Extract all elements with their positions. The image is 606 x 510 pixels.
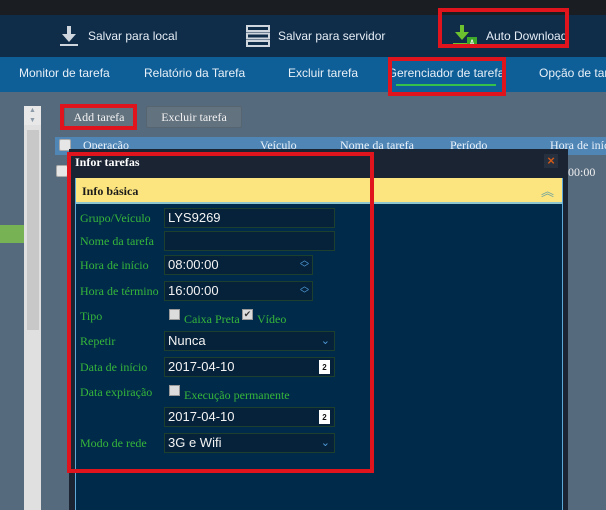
network-value: 3G e Wifi — [168, 435, 222, 450]
window-top-bar — [0, 0, 606, 15]
tab-options[interactable]: Opção de tare — [539, 57, 606, 92]
active-tab-underline — [396, 84, 496, 86]
video-label: Vídeo — [257, 312, 287, 326]
tab-label: Monitor de tarefa — [19, 66, 110, 80]
dialog-body: Info básica ︽ Grupo/Veículo LYS9269 Nome… — [75, 178, 563, 510]
start-time-value: 08:00:00 — [168, 257, 219, 272]
start-time-label: Hora de início — [80, 258, 149, 272]
expiry-label: Data expiração — [80, 385, 153, 399]
group-label: Grupo/Veículo — [80, 211, 151, 225]
download-icon — [60, 26, 78, 46]
tab-manager[interactable]: Gerenciador de tarefa — [386, 57, 506, 92]
time-spinner-icon[interactable]: ︿ ﹀ — [300, 282, 309, 299]
calendar-icon[interactable]: 2 — [319, 410, 330, 424]
end-time-input[interactable]: 16:00:00 ︿ ﹀ — [164, 281, 313, 301]
time-spinner-icon[interactable]: ︿ ﹀ — [300, 256, 309, 273]
end-time-value: 16:00:00 — [168, 283, 219, 298]
add-task-button[interactable]: Add tarefa — [64, 106, 134, 128]
start-date-label: Data de início — [80, 360, 148, 374]
task-name-label: Nome da tarefa — [80, 234, 154, 248]
tab-report[interactable]: Relatório da Tarefa — [144, 57, 245, 92]
end-time-label: Hora de término — [80, 284, 159, 298]
section-title: Info básica — [82, 184, 139, 198]
blackbox-checkbox[interactable] — [169, 309, 180, 320]
toolbar: Salvar para local Salvar para servidor A… — [0, 8, 606, 57]
tab-delete[interactable]: Excluir tarefa — [288, 57, 358, 92]
network-mode-select[interactable]: 3G e Wifi ⌄ — [164, 433, 335, 453]
repeat-select[interactable]: Nunca ⌄ — [164, 331, 335, 351]
auto-download-icon: A — [453, 25, 477, 48]
delete-task-button[interactable]: Excluir tarefa — [146, 106, 242, 128]
selected-tree-item[interactable] — [0, 225, 25, 243]
svg-text:A: A — [470, 39, 475, 48]
tab-label: Excluir tarefa — [288, 66, 359, 80]
collapse-icon[interactable]: ︽ — [541, 181, 554, 200]
expiry-date-input[interactable]: 2017-04-10 2 — [164, 407, 335, 427]
start-date-value: 2017-04-10 — [168, 359, 235, 374]
network-label: Modo de rede — [80, 436, 147, 450]
permanent-checkbox[interactable] — [169, 385, 180, 396]
tab-label: Gerenciador de tarefa — [387, 66, 505, 80]
scroll-up-button[interactable]: ▲ — [24, 106, 41, 116]
expiry-date-value: 2017-04-10 — [168, 409, 235, 424]
close-icon[interactable]: × — [544, 154, 558, 168]
task-info-dialog: Infor tarefas × Info básica ︽ Grupo/Veíc… — [69, 149, 568, 510]
tab-monitor[interactable]: Monitor de tarefa — [19, 57, 110, 92]
left-panel — [0, 92, 24, 510]
scrollbar-thumb[interactable] — [27, 130, 39, 330]
blackbox-label: Caixa Preta — [184, 312, 240, 326]
save-server-button[interactable]: Salvar para servidor — [246, 15, 385, 57]
repeat-value: Nunca — [168, 333, 206, 348]
group-vehicle-field[interactable]: LYS9269 — [164, 208, 335, 228]
calendar-icon[interactable]: 2 — [319, 360, 330, 374]
save-local-label: Salvar para local — [88, 29, 178, 43]
server-icon — [246, 25, 270, 47]
start-date-input[interactable]: 2017-04-10 2 — [164, 357, 335, 377]
auto-download-label: Auto Download — [486, 29, 568, 43]
table-cell-start: 00:00 — [568, 165, 596, 179]
repeat-label: Repetir — [80, 334, 116, 348]
group-value: LYS9269 — [168, 210, 221, 225]
task-name-input[interactable] — [164, 231, 335, 251]
video-checkbox[interactable]: ✔ — [242, 309, 253, 320]
permanent-label: Execução permanente — [184, 388, 290, 402]
save-server-label: Salvar para servidor — [278, 29, 386, 43]
save-local-button[interactable]: Salvar para local — [58, 15, 177, 57]
tab-label: Opção de tare — [539, 66, 606, 80]
section-header[interactable]: Info básica ︽ — [76, 178, 562, 204]
row-checkbox[interactable] — [56, 165, 68, 177]
dialog-title: Infor tarefas — [75, 155, 140, 169]
tab-label: Relatório da Tarefa — [144, 66, 246, 80]
nav-bar: Monitor de tarefa Relatório da Tarefa Ex… — [0, 57, 606, 96]
chevron-down-icon: ⌄ — [320, 437, 330, 449]
auto-download-button[interactable]: A Auto Download — [452, 15, 567, 57]
start-time-input[interactable]: 08:00:00 ︿ ﹀ — [164, 255, 313, 275]
chevron-down-icon: ⌄ — [320, 335, 330, 347]
type-label: Tipo — [80, 309, 103, 323]
